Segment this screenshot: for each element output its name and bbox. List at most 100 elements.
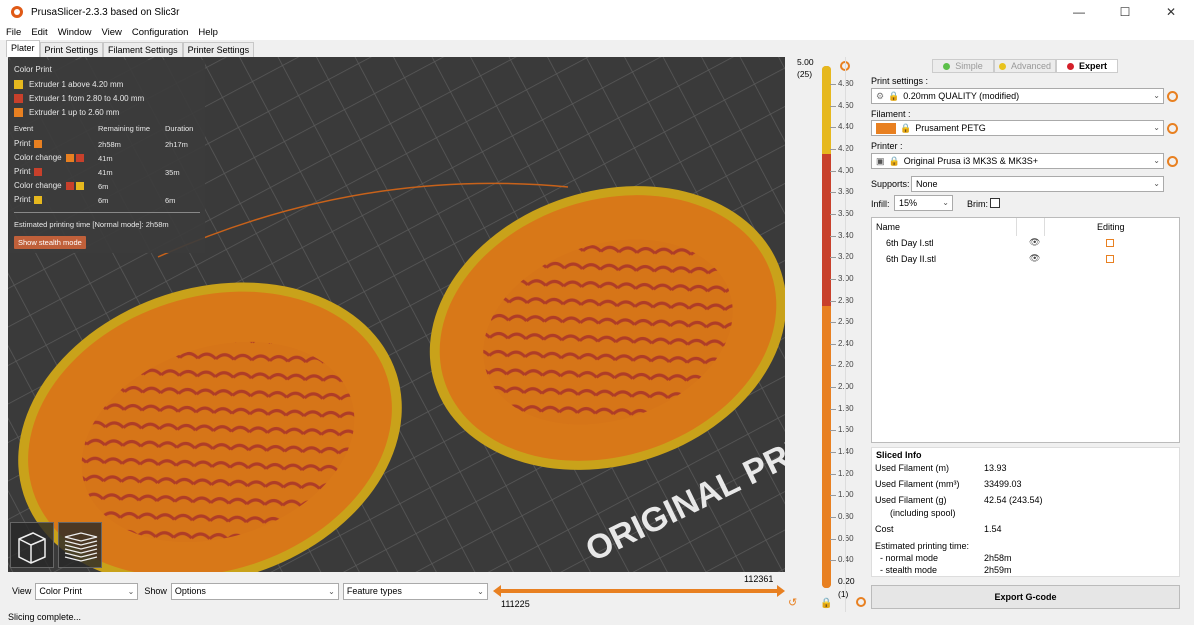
tick-mark [830, 517, 836, 518]
mode-simple-button[interactable]: Simple [932, 59, 994, 73]
menu-view[interactable]: View [101, 27, 121, 38]
color-print-legend: Color Print Extruder 1 above 4.20 mm Ext… [8, 60, 205, 253]
minimize-button[interactable]: — [1056, 0, 1102, 24]
printer-icon: ▣ [876, 155, 885, 166]
layer-bottom-number: (1) [838, 589, 849, 599]
status-dot-icon [998, 62, 1006, 70]
tick-mark [830, 538, 836, 540]
legend-title: Color Print [14, 65, 52, 74]
horizontal-moves-slider[interactable] [493, 585, 785, 597]
tick-mark [830, 105, 836, 107]
maximize-button[interactable]: ☐ [1102, 0, 1148, 24]
menu-help[interactable]: Help [198, 27, 218, 38]
color-swatch-icon [34, 139, 43, 148]
edit-icon[interactable] [1106, 239, 1114, 247]
legend-header-remaining: Remaining time [98, 124, 151, 133]
tick-mark [830, 257, 836, 259]
object-row[interactable]: 6th Day I.stl [886, 238, 934, 248]
legend-event-row: Color change [14, 153, 86, 162]
color-swatch-icon [75, 181, 84, 190]
menu-window[interactable]: Window [58, 27, 92, 38]
tick-mark [830, 473, 836, 475]
3d-view-cube-icon[interactable] [10, 522, 54, 568]
export-gcode-button[interactable]: Export G-code [871, 585, 1180, 609]
legend-header-event: Event [14, 124, 34, 133]
layer-bottom-value: 0.20 [838, 576, 855, 586]
gear-icon[interactable] [1167, 123, 1178, 134]
tick-mark [830, 170, 836, 172]
chevron-down-icon: ⌄ [127, 586, 135, 596]
color-swatch-icon [75, 153, 84, 162]
infill-label: Infill: [871, 199, 890, 209]
tab-print-settings[interactable]: Print Settings [39, 42, 104, 57]
print-settings-label: Print settings : [871, 76, 929, 86]
menu-edit[interactable]: Edit [31, 27, 47, 38]
feature-types-select[interactable]: Feature types ⌄ [342, 582, 488, 600]
filament-select[interactable]: 🔒 Prusament PETG ⌄ [871, 120, 1164, 136]
menu-file[interactable]: File [6, 27, 21, 38]
tick-mark [830, 408, 836, 410]
show-stealth-mode-button[interactable]: Show stealth mode [14, 236, 86, 249]
infill-select[interactable]: 15% ⌄ [894, 195, 953, 211]
column-editing-header: Editing [1097, 222, 1125, 232]
menu-configuration[interactable]: Configuration [132, 27, 189, 38]
tick-mark [830, 148, 836, 150]
horizontal-slider-upper-value: 112361 [744, 574, 774, 584]
eye-icon[interactable]: 👁 [1029, 237, 1040, 248]
tick-mark [830, 343, 836, 345]
reset-icon[interactable]: ↺ [788, 596, 797, 609]
tick-mark [830, 84, 836, 85]
lock-icon: 🔒 [888, 90, 900, 101]
layer-band-orange [822, 306, 831, 588]
chevron-down-icon: ⌄ [328, 586, 335, 596]
legend-header-duration: Duration [165, 124, 194, 133]
tick-mark [830, 127, 836, 129]
object-row[interactable]: 6th Day II.stl [886, 254, 936, 264]
tick-mark [830, 495, 836, 497]
legend-event-row: Print [14, 139, 44, 148]
chevron-down-icon: ⌄ [942, 198, 949, 207]
view-mode-select[interactable]: Color Print ⌄ [35, 582, 139, 600]
legend-range: Extruder 1 above 4.20 mm [14, 80, 123, 89]
tick-mark [830, 387, 836, 389]
tab-filament-settings[interactable]: Filament Settings [103, 42, 183, 57]
view-mode-icons [10, 522, 106, 568]
prusaslicer-logo-icon [11, 6, 23, 18]
brim-checkbox[interactable] [990, 198, 1000, 208]
vertical-layer-slider[interactable] [822, 66, 831, 588]
tick-mark [830, 452, 836, 454]
tick-mark [830, 430, 836, 432]
eye-icon[interactable]: 👁 [1029, 253, 1040, 264]
tick-mark [830, 365, 836, 367]
supports-select[interactable]: None ⌄ [911, 176, 1164, 192]
legend-event-row: Print [14, 195, 44, 204]
print-settings-select[interactable]: ⚙ 🔒 0.20mm QUALITY (modified) ⌄ [871, 88, 1164, 104]
mode-switcher: Simple Advanced Expert [932, 59, 1118, 73]
layers-view-icon[interactable] [58, 522, 102, 568]
legend-range: Extruder 1 from 2.80 to 4.00 mm [14, 94, 144, 103]
layer-top-number: (25) [797, 69, 813, 79]
gear-icon[interactable] [1167, 156, 1178, 167]
tick-mark [830, 278, 836, 280]
show-label: Show [144, 586, 167, 596]
mode-advanced-button[interactable]: Advanced [994, 59, 1056, 73]
gear-icon[interactable] [1167, 91, 1178, 102]
edit-icon[interactable] [1106, 255, 1114, 263]
main-tabs: Plater Print Settings Filament Settings … [0, 40, 800, 57]
legend-estimated-label: Estimated printing time [Normal mode]: 2… [14, 220, 169, 229]
show-options-select[interactable]: Options ⌄ [170, 582, 339, 600]
lock-icon[interactable]: 🔒 [820, 598, 832, 609]
tab-plater[interactable]: Plater [6, 40, 40, 57]
mode-expert-button[interactable]: Expert [1056, 59, 1118, 73]
tick-mark [830, 213, 836, 215]
settings-icon: ⚙ [876, 90, 885, 101]
close-button[interactable]: ✕ [1148, 0, 1194, 24]
lock-icon: 🔒 [888, 155, 900, 166]
sliced-info-title: Sliced Info [876, 450, 922, 460]
printer-select[interactable]: ▣ 🔒 Original Prusa i3 MK3S & MK3S+ ⌄ [871, 153, 1164, 169]
gear-icon[interactable] [856, 597, 866, 607]
title-bar: PrusaSlicer-2.3.3 based on Slic3r — ☐ ✕ [0, 0, 1194, 24]
legend-divider [14, 212, 200, 213]
tick-mark [830, 192, 836, 194]
tab-printer-settings[interactable]: Printer Settings [182, 42, 255, 57]
